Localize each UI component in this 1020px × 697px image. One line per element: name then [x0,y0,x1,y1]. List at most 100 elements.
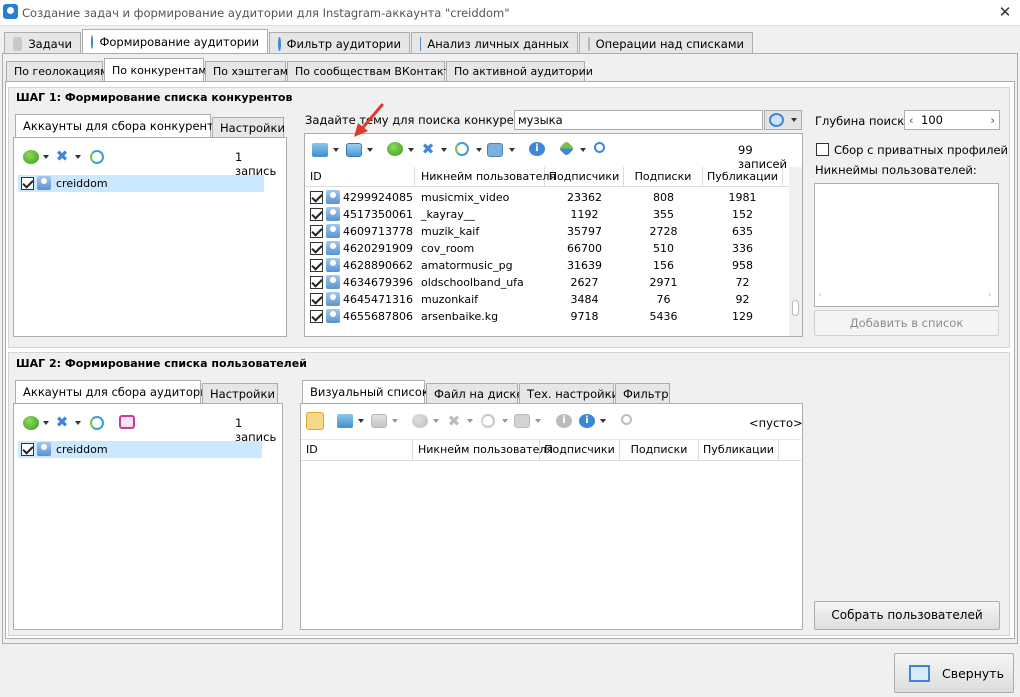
topic-search-button[interactable] [764,110,802,130]
chevron-down-icon[interactable] [43,155,49,159]
chevron-down-icon[interactable] [580,148,586,152]
col-following[interactable]: Подписки [620,440,699,460]
col-id[interactable]: ID [306,440,413,460]
collect-users-button[interactable]: Собрать пользователей [814,601,1000,630]
scroll-left-icon[interactable]: ‹ [818,290,822,300]
table-row[interactable]: 4645471316 muzonkaif 3484 76 92 [305,291,785,308]
chevron-down-icon[interactable] [476,148,482,152]
close-icon[interactable]: ✕ [995,3,1015,21]
tab-tasks[interactable]: Задачи [4,32,81,54]
tab-audience[interactable]: Формирование аудитории [82,29,268,54]
subtab-hashtags[interactable]: По хэштегам [205,61,288,81]
topic-input[interactable]: музыка [514,110,763,130]
chevron-down-icon[interactable] [535,419,541,423]
tab-visual-list[interactable]: Визуальный список [302,380,429,403]
col-nickname[interactable]: Никнейм пользователя [413,440,553,460]
col-following[interactable]: Подписки [624,167,703,187]
delete-icon[interactable]: ✖ [54,149,70,164]
chevron-down-icon[interactable] [358,419,364,423]
chevron-down-icon[interactable] [791,118,797,122]
chevron-down-icon[interactable] [75,421,81,425]
stop-icon[interactable]: i [556,414,572,428]
private-profiles-checkbox[interactable] [816,143,829,156]
tab-competitor-accounts[interactable]: Аккаунты для сбора конкурентов [15,114,228,137]
col-id[interactable]: ID [310,167,415,187]
save-icon[interactable] [371,414,387,428]
tab-step1-settings[interactable]: Настройки [212,117,285,137]
save-icon[interactable] [346,143,362,157]
scrollbar[interactable] [789,167,802,336]
tab-file-on-disk[interactable]: Файл на диске [426,383,523,403]
checkbox[interactable] [310,259,323,272]
checkbox[interactable] [310,293,323,306]
checkbox[interactable] [310,225,323,238]
checkbox[interactable] [310,276,323,289]
tab-tech-settings[interactable]: Тех. настройки [519,383,619,403]
subtab-vk-communities[interactable]: По сообществам ВКонтакте [287,61,457,81]
col-posts[interactable]: Публикации [699,440,779,460]
info-icon[interactable]: i [579,414,595,428]
check-all-icon[interactable] [23,416,39,430]
add-to-list-button[interactable]: Добавить в список [814,310,999,336]
list-item[interactable]: creiddom [18,175,264,192]
col-followers[interactable]: Подписчики [545,167,624,187]
table-row[interactable]: 4620291909 cov_room 66700 510 336 [305,240,785,257]
depth-stepper[interactable]: ‹ 100 › [904,110,1000,130]
arrow-left-icon[interactable]: ‹ [909,111,914,129]
arrow-right-icon[interactable]: › [990,111,995,129]
checkbox[interactable] [310,310,323,323]
table-row[interactable]: 4299924085 musicmix_video 23362 808 1981 [305,189,785,206]
check-all-icon[interactable] [23,150,39,164]
delete-icon[interactable]: ✖ [446,414,462,429]
scroll-right-icon[interactable]: › [988,290,992,300]
search-icon[interactable] [621,414,632,425]
tab-filter[interactable]: Фильтр аудитории [269,32,410,54]
tab-step2-settings[interactable]: Настройки [202,383,278,403]
list-item[interactable]: creiddom [18,441,262,458]
subtab-active-audience[interactable]: По активной аудитории [446,61,593,81]
checklist-icon[interactable] [119,415,135,429]
checkbox[interactable] [310,208,323,221]
chevron-down-icon[interactable] [408,148,414,152]
delete-icon[interactable]: ✖ [420,142,436,157]
checkbox[interactable] [21,443,34,456]
table-row[interactable]: 4628890662 amatormusic_pg 31639 156 958 [305,257,785,274]
copy-icon[interactable] [487,143,503,157]
folder-icon[interactable] [312,143,328,157]
tab-audience-accounts[interactable]: Аккаунты для сбора аудитории [15,380,215,403]
refresh-icon[interactable] [481,414,495,428]
info-icon[interactable]: i [529,142,545,156]
check-all-icon[interactable] [412,414,428,428]
tab-filter[interactable]: Фильтр [615,383,670,403]
chevron-down-icon[interactable] [367,148,373,152]
refresh-icon[interactable] [90,150,104,164]
chevron-down-icon[interactable] [467,419,473,423]
chevron-down-icon[interactable] [43,421,49,425]
chevron-down-icon[interactable] [75,155,81,159]
subtab-competitors[interactable]: По конкурентам [104,58,207,81]
chevron-down-icon[interactable] [433,419,439,423]
chevron-down-icon[interactable] [333,148,339,152]
scroll-thumb[interactable] [792,300,799,316]
folder-icon[interactable] [337,414,353,428]
refresh-icon[interactable] [90,416,104,430]
refresh-icon[interactable] [455,142,469,156]
col-followers[interactable]: Подписчики [540,440,620,460]
chevron-down-icon[interactable] [509,148,515,152]
checkbox[interactable] [310,242,323,255]
search-icon[interactable] [594,142,605,153]
subtab-geolocation[interactable]: По геолокациям [6,61,108,81]
copy-icon[interactable] [514,414,530,428]
checkbox[interactable] [21,177,34,190]
table-row[interactable]: 4609713778 muzik_kaif 35797 2728 635 [305,223,785,240]
chevron-down-icon[interactable] [600,419,606,423]
tab-list-ops[interactable]: Операции над списками [579,32,753,54]
chevron-down-icon[interactable] [392,419,398,423]
check-all-icon[interactable] [387,142,403,156]
chevron-down-icon[interactable] [502,419,508,423]
table-row[interactable]: 4655687806 arsenbaike.kg 9718 5436 129 [305,308,785,325]
structure-icon[interactable] [306,412,324,430]
table-row[interactable]: 4634679396 oldschoolband_ufa 2627 2971 72 [305,274,785,291]
checkbox[interactable] [310,191,323,204]
nicknames-textarea[interactable]: ‹ › [814,183,999,307]
